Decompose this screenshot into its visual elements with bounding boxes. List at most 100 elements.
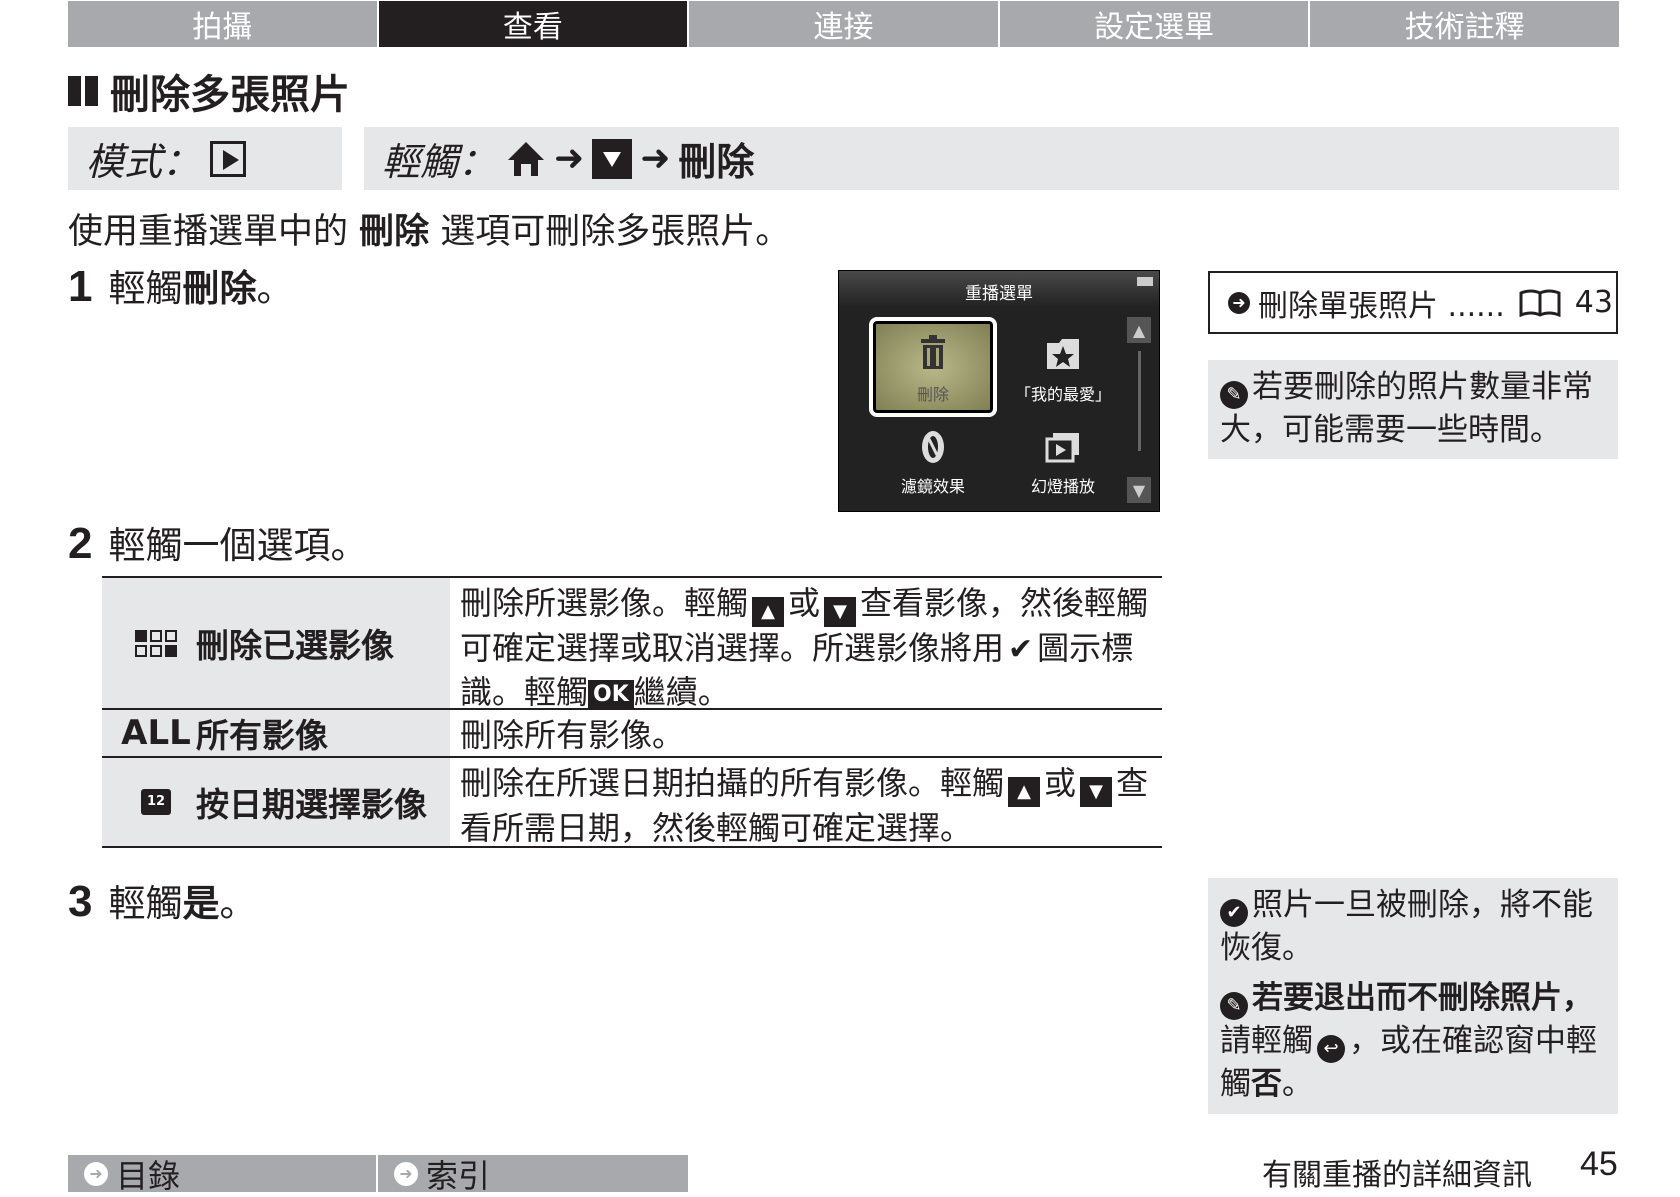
up-arrow-key-icon: ▲	[1008, 777, 1041, 807]
arrow-right-circle-icon: ➜	[84, 1161, 108, 1186]
step-suffix: 。	[256, 267, 294, 310]
options-table: 刪除已選影像 刪除所選影像。輕觸 ▲ 或 ▼ 查看影像，然後輕觸可確定選擇或取消選擇。所…	[102, 576, 1162, 848]
table-row: 刪除已選影像 刪除所選影像。輕觸 ▲ 或 ▼ 查看影像，然後輕觸可確定選擇或取消選擇。所…	[102, 578, 1162, 711]
scrollbar-track[interactable]	[1138, 351, 1141, 451]
down-arrow-key-icon: ▼	[1080, 777, 1113, 807]
note-box-delete-warning: ✔ 照片一旦被刪除，將不能恢復。 ✎ 若要退出而不刪除照片，請輕觸 ↩ ，或在確認窗中輕…	[1208, 878, 1618, 1114]
all-images-icon: ALL	[121, 713, 191, 753]
step-suffix: 。	[219, 882, 257, 925]
table-row: ALL 所有影像 刪除所有影像。	[102, 710, 1162, 758]
step-text: 輕觸	[108, 882, 183, 925]
screen-title: 重播選單	[965, 284, 1033, 304]
reference-box: ➜ 刪除單張照片 ...... 43	[1208, 271, 1618, 334]
toc-button[interactable]: ➜ 目錄	[68, 1155, 376, 1195]
battery-icon	[1137, 277, 1153, 286]
desc-part: 或	[1044, 764, 1077, 802]
step-number: 2	[68, 519, 93, 568]
intro-before: 使用重播選單中的	[68, 212, 360, 252]
step-bold: 是	[182, 882, 220, 925]
arrow-right-icon: ➜	[554, 138, 585, 179]
trash-icon	[921, 335, 945, 369]
page-number: 45	[1580, 1145, 1618, 1183]
top-nav-tabs: 拍攝 查看 連接 設定選單 技術註釋	[68, 1, 1619, 47]
reference-text[interactable]: 刪除單張照片 ......	[1258, 281, 1505, 325]
scroll-down-button[interactable]: ▼	[1127, 477, 1151, 503]
note-text: 請輕觸	[1220, 1023, 1313, 1059]
intro-text: 使用重播選單中的 刪除 選項可刪除多張照片。	[68, 203, 790, 254]
step-3: 3 輕觸 是。	[68, 873, 256, 927]
tab-shooting[interactable]: 拍攝	[68, 1, 377, 47]
toc-label: 目錄	[116, 1156, 181, 1195]
option-name: 所有影像	[196, 716, 328, 755]
touch-sequence-bar: 輕觸： ➜ ➜ 刪除	[364, 127, 1619, 190]
desc-part: 繼續。	[633, 673, 730, 711]
desc-part: 刪除在所選日期拍攝的所有影像。輕觸	[460, 764, 1005, 802]
step-bold: 刪除	[182, 267, 257, 310]
footer-caption: 有關重播的詳細資訊	[1262, 1158, 1532, 1193]
desc-part: 刪除所有影像。	[460, 716, 685, 754]
note-text: 。	[1282, 1066, 1313, 1102]
book-icon	[1519, 289, 1561, 317]
menu-item-filter-effects[interactable]: 濾鏡效果	[873, 413, 993, 505]
option-name: 按日期選擇影像	[196, 785, 427, 824]
menu-item-label: 刪除	[916, 385, 949, 404]
pencil-note-icon: ✎	[1220, 381, 1248, 409]
tab-viewing[interactable]: 查看	[378, 1, 688, 47]
touch-final-label: 刪除	[678, 140, 755, 184]
index-button[interactable]: ➜ 索引	[378, 1155, 688, 1195]
calendar-date-icon-wrap: 12	[116, 789, 196, 815]
note-text: 若要刪除的照片數量非常大，可能需要一些時間。	[1220, 369, 1593, 448]
filter-effects-icon	[922, 431, 944, 463]
option-description: 刪除所選影像。輕觸 ▲ 或 ▼ 查看影像，然後輕觸可確定選擇或取消選擇。所選影像將用 ✔ 圖…	[450, 578, 1162, 711]
option-all-images[interactable]: ALL 所有影像	[102, 710, 450, 756]
favorite-folder-icon	[1047, 339, 1079, 369]
menu-item-label: 「我的最愛」	[1014, 385, 1111, 404]
section-title: 刪除多張照片	[68, 62, 350, 120]
note-text: 照片一旦被刪除，將不能恢復。	[1220, 887, 1593, 966]
check-note-icon: ✔	[1220, 899, 1248, 927]
touch-sequence: ➜ ➜ 刪除	[496, 131, 754, 186]
menu-item-favorites[interactable]: 「我的最愛」	[1003, 321, 1123, 413]
menu-item-label: 濾鏡效果	[900, 477, 965, 496]
touch-label: 輕觸：	[382, 140, 497, 184]
tab-technical-notes[interactable]: 技術註釋	[1310, 1, 1619, 47]
menu-item-label: 幻燈播放	[1030, 477, 1095, 496]
step-1: 1 輕觸 刪除。	[68, 258, 293, 312]
select-images-icon	[116, 629, 196, 657]
down-arrow-key-icon	[592, 138, 633, 179]
arrow-right-circle-icon: ➜	[394, 1161, 418, 1186]
step-2: 2 輕觸一個選項。	[68, 515, 367, 569]
option-delete-selected[interactable]: 刪除已選影像	[102, 578, 450, 708]
option-by-date[interactable]: 12 按日期選擇影像	[102, 758, 450, 846]
scroll-up-button[interactable]: ▲	[1127, 317, 1151, 343]
back-button-icon: ↩	[1317, 1035, 1345, 1063]
reference-page[interactable]: 43	[1575, 285, 1613, 320]
menu-item-slide-show[interactable]: 幻燈播放	[1003, 413, 1123, 505]
table-row: 12 按日期選擇影像 刪除在所選日期拍攝的所有影像。輕觸 ▲ 或 ▼ 查看所需日期，然後…	[102, 758, 1162, 848]
note-bold: 若要退出而不刪除照片，	[1252, 980, 1593, 1016]
camera-playback-menu-screen: 重播選單 刪除 「我的最愛」 濾鏡效果 幻燈播放 ▲ ▼	[838, 270, 1160, 512]
note-caution: ✔ 照片一旦被刪除，將不能恢復。	[1220, 884, 1606, 969]
intro-after: 選項可刪除多張照片。	[429, 212, 791, 252]
desc-part: 或	[788, 584, 821, 622]
option-description: 刪除所有影像。	[450, 710, 1162, 756]
step-text: 輕觸	[108, 267, 183, 310]
reference-arrow-icon: ➜	[1228, 291, 1250, 314]
note-exit: ✎ 若要退出而不刪除照片，請輕觸 ↩ ，或在確認窗中輕觸否。	[1220, 977, 1606, 1105]
desc-part: 刪除所選影像。輕觸	[460, 584, 749, 622]
index-label: 索引	[426, 1156, 491, 1195]
tab-setup-menu[interactable]: 設定選單	[999, 1, 1309, 47]
tab-connecting[interactable]: 連接	[689, 1, 998, 47]
section-title-text: 刪除多張照片	[110, 72, 350, 118]
mode-bar: 模式：	[68, 127, 342, 190]
option-description: 刪除在所選日期拍攝的所有影像。輕觸 ▲ 或 ▼ 查看所需日期，然後輕觸可確定選擇。	[450, 758, 1162, 847]
checkmark-icon: ✔	[1008, 632, 1034, 667]
ok-button-icon: OK	[588, 680, 634, 710]
note-box-large-count: ✎ 若要刪除的照片數量非常大，可能需要一些時間。	[1208, 360, 1618, 459]
slide-show-icon	[1045, 433, 1079, 463]
menu-item-delete[interactable]: 刪除	[869, 317, 997, 417]
down-arrow-key-icon: ▼	[824, 597, 857, 627]
home-icon	[508, 141, 545, 176]
section-bullet-icon	[68, 76, 81, 106]
note-bold: 否	[1251, 1066, 1282, 1102]
